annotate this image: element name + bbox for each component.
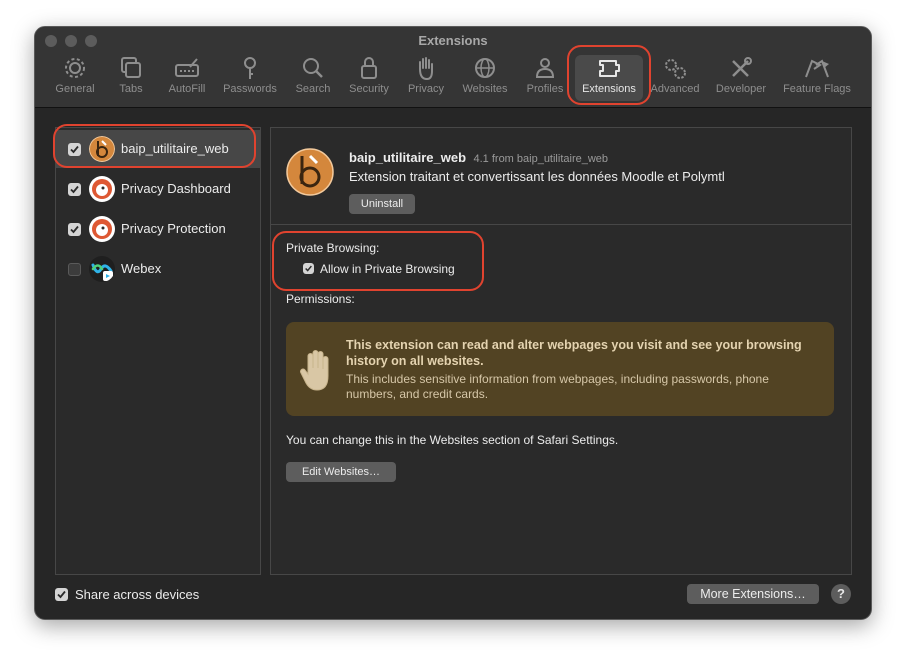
tab-profiles-label: Profiles [526, 83, 564, 95]
tab-tabs[interactable]: Tabs [109, 55, 153, 101]
tab-websites[interactable]: Websites [457, 55, 513, 101]
share-checkbox-box[interactable] [55, 588, 68, 601]
uninstall-button[interactable]: Uninstall [349, 194, 415, 214]
tab-advanced-label: Advanced [650, 83, 700, 95]
webex-icon [89, 256, 115, 282]
tab-general-label: General [55, 83, 95, 95]
more-extensions-button[interactable]: More Extensions… [687, 584, 819, 604]
tab-privacy-label: Privacy [407, 83, 445, 95]
tab-tabs-label: Tabs [119, 83, 143, 95]
allow-private-checkbox-box[interactable] [303, 263, 314, 274]
list-item-webex[interactable]: Webex [56, 250, 260, 288]
checkbox-baip[interactable] [68, 143, 81, 156]
tabs-icon [121, 57, 141, 78]
hand-warning-icon [300, 350, 329, 391]
edit-websites-button[interactable]: Edit Websites… [286, 462, 396, 482]
list-item-label: Privacy Protection [121, 221, 226, 236]
warning-body: This includes sensitive information from… [346, 372, 769, 401]
hand-icon [419, 57, 433, 81]
tab-extensions[interactable]: Extensions [575, 55, 643, 101]
key-icon [244, 57, 256, 79]
private-browsing-heading: Private Browsing: [286, 241, 380, 255]
tab-advanced[interactable]: Advanced [645, 55, 705, 101]
list-item-privacy-dashboard[interactable]: Privacy Dashboard [56, 170, 260, 208]
list-item-label: baip_utilitaire_web [121, 141, 229, 156]
tab-websites-label: Websites [462, 83, 508, 95]
baip-large-icon [286, 148, 334, 196]
tab-search-label: Search [295, 83, 331, 95]
tab-privacy[interactable]: Privacy [403, 55, 449, 101]
gear-icon [65, 58, 85, 78]
search-icon [303, 58, 323, 78]
settings-window: Extensions General Tabs AutoFill Passwor… [34, 26, 872, 620]
duckduckgo-icon [89, 176, 115, 202]
tab-autofill[interactable]: AutoFill [157, 55, 217, 101]
list-item-baip[interactable]: baip_utilitaire_web [56, 130, 260, 168]
permissions-heading: Permissions: [286, 292, 355, 306]
help-button[interactable]: ? [831, 584, 851, 604]
share-label: Share across devices [75, 587, 200, 602]
tab-developer[interactable]: Developer [711, 55, 771, 101]
flags-icon [805, 59, 829, 78]
gears-icon [665, 59, 686, 79]
extension-description: Extension traitant et convertissant les … [349, 169, 725, 184]
autofill-icon [175, 58, 199, 77]
person-icon [535, 58, 555, 78]
allow-private-label: Allow in Private Browsing [320, 262, 455, 276]
extension-version: 4.1 from baip_utilitaire_web [473, 153, 609, 165]
checkbox-webex[interactable] [68, 263, 81, 276]
duckduckgo-icon [89, 216, 115, 242]
warning-title: This extension can read and alter webpag… [346, 338, 802, 368]
baip-icon [89, 136, 115, 162]
window-title: Extensions [418, 33, 488, 48]
websites-note: You can change this in the Websites sect… [286, 433, 619, 447]
globe-icon [475, 58, 495, 78]
detail-divider [271, 224, 851, 225]
tab-passwords-label: Passwords [223, 83, 277, 95]
list-item-label: Privacy Dashboard [121, 181, 231, 196]
extension-detail-pane: baip_utilitaire_web 4.1 from baip_utilit… [270, 127, 852, 575]
title-bar: Extensions General Tabs AutoFill Passwor… [35, 27, 871, 108]
puzzle-icon [599, 60, 620, 77]
tab-developer-label: Developer [715, 83, 767, 95]
tab-extensions-label: Extensions [582, 83, 636, 95]
extension-header: baip_utilitaire_web 4.1 from baip_utilit… [349, 149, 608, 167]
tab-search[interactable]: Search [291, 55, 335, 101]
tab-feature-flags[interactable]: Feature Flags [777, 55, 857, 101]
lock-icon [361, 57, 377, 79]
tab-profiles[interactable]: Profiles [519, 55, 571, 101]
list-item-label: Webex [121, 261, 162, 276]
tab-general[interactable]: General [45, 55, 105, 101]
checkbox-privacy-protection[interactable] [68, 223, 81, 236]
permission-warning-box: This extension can read and alter webpag… [286, 322, 834, 416]
tab-autofill-label: AutoFill [168, 83, 206, 95]
tab-passwords[interactable]: Passwords [220, 55, 280, 101]
checkbox-privacy-dashboard[interactable] [68, 183, 81, 196]
extensions-list: baip_utilitaire_web Privacy Dashboard Pr… [55, 127, 261, 575]
extension-name: baip_utilitaire_web [349, 150, 467, 165]
list-item-privacy-protection[interactable]: Privacy Protection [56, 210, 260, 248]
tab-feature-flags-label: Feature Flags [783, 83, 851, 95]
tab-security-label: Security [349, 83, 389, 95]
tab-security[interactable]: Security [341, 55, 397, 101]
tools-icon [732, 57, 752, 77]
